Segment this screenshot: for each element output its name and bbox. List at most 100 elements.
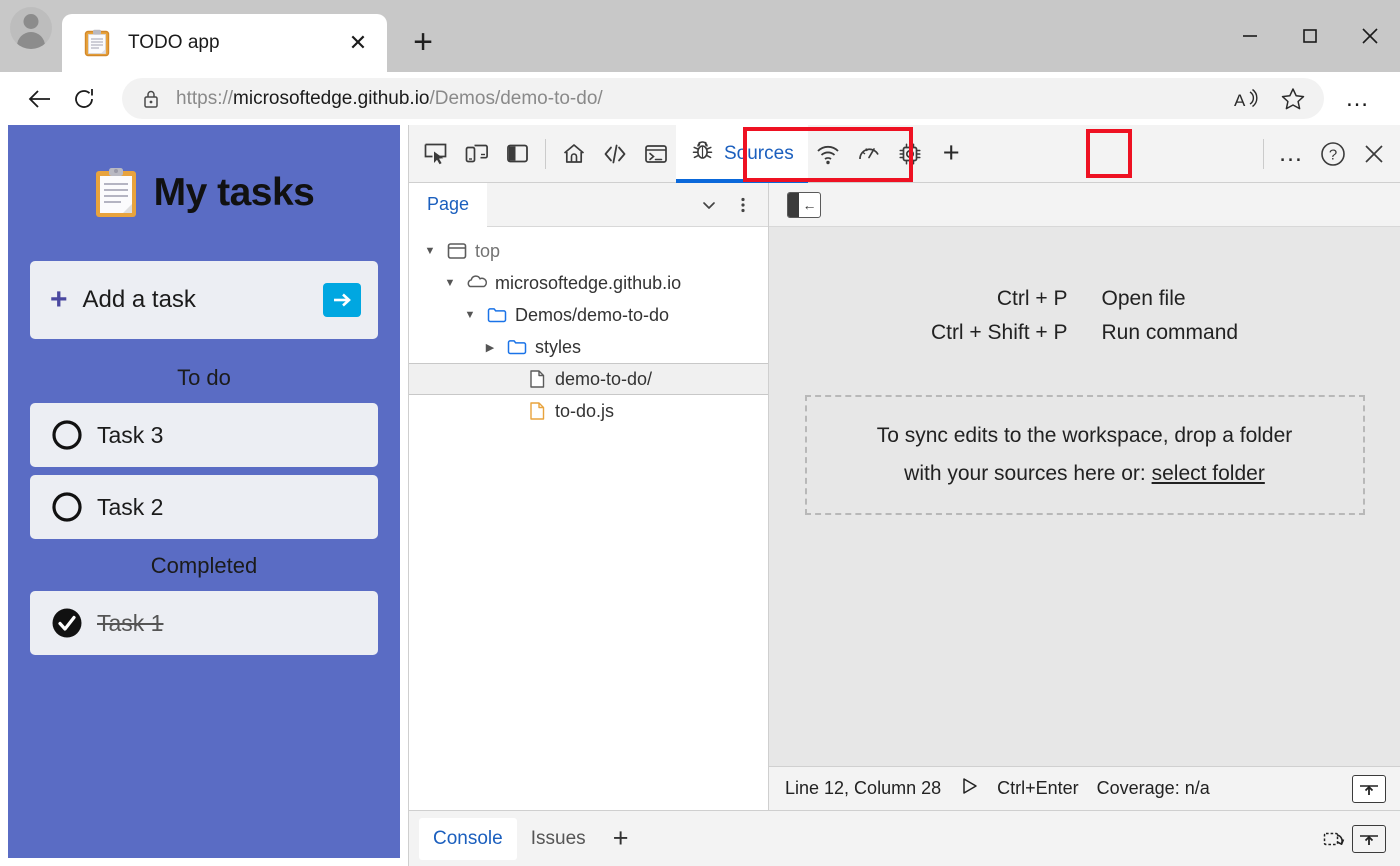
device-toolbar-icon[interactable] [456,133,497,174]
edge-browser-window: TODO app ✕ + https://microsoftedge.githu… [0,0,1400,866]
star-icon[interactable] [1270,81,1316,117]
page-title: My tasks [153,171,315,214]
add-drawer-tab-button[interactable]: + [600,818,642,860]
address-bar-actions: A [1224,81,1316,117]
reload-button[interactable] [62,77,106,121]
tab-console[interactable]: Console [419,817,517,860]
new-tab-button[interactable]: + [397,16,449,68]
address-bar[interactable]: https://microsoftedge.github.io/Demos/de… [122,78,1324,119]
tree-label: top [475,240,501,261]
tree-item-origin[interactable]: microsoftedge.github.io [409,267,768,299]
tree-item-file-demo-to-do[interactable]: demo-to-do/ [409,363,768,395]
checkbox-checked-icon[interactable] [50,606,84,640]
arrow-right-icon[interactable] [323,283,361,317]
open-in-panel-icon[interactable] [1352,824,1386,853]
elements-icon[interactable] [594,133,635,174]
back-button[interactable] [18,77,62,121]
devtools: Sources + … ? Page ▼ top ▼ microsoftedge… [408,124,1400,866]
twisty-icon[interactable] [421,245,439,257]
avatar [10,7,52,49]
close-icon[interactable]: ✕ [343,28,373,58]
chevron-down-icon[interactable] [692,188,726,222]
close-window-button[interactable] [1340,0,1400,72]
tab-issues[interactable]: Issues [517,818,600,860]
checkbox-unchecked-icon[interactable] [50,490,84,524]
list-item[interactable]: Task 3 [30,403,378,467]
folder-icon [506,336,528,358]
network-icon[interactable] [808,133,849,174]
cursor-position: Line 12, Column 28 [785,778,942,798]
run-shortcut-label: Ctrl+Enter [997,778,1079,798]
profile-button[interactable] [0,0,62,72]
section-label-todo: To do [177,365,231,390]
add-task-input[interactable]: + Add a task [30,261,378,339]
twisty-icon[interactable] [441,277,459,289]
tab-title: TODO app [128,32,220,53]
sources-navigator: Page ▼ top ▼ microsoftedge.github.io ▼ D… [409,182,769,810]
clipboard-icon [84,29,110,57]
restore-drawer-icon[interactable] [1316,823,1352,855]
close-devtools-button[interactable] [1353,133,1394,174]
more-tools-button[interactable]: … [1271,133,1312,174]
twisty-icon[interactable] [461,309,479,321]
url-path: /Demos/demo-to-do/ [429,87,603,109]
shortcut-desc: Run command [1101,321,1239,344]
frame-icon [446,240,468,262]
help-icon[interactable]: ? [1312,133,1353,174]
tree-item-file-to-do-js[interactable]: to-do.js [409,395,768,427]
svg-text:A: A [1234,91,1246,110]
devtools-drawer: Console Issues + [409,810,1400,866]
tree-label: microsoftedge.github.io [495,272,682,293]
list-item[interactable]: Task 1 [30,591,378,655]
tree-item-top[interactable]: top [409,235,768,267]
run-snippet-icon[interactable] [959,776,979,801]
title-bar: TODO app ✕ + [0,0,1400,72]
read-aloud-icon[interactable]: A [1224,81,1270,117]
shortcut-keys: Ctrl + P [996,287,1068,310]
page-render-area: My tasks + Add a task To do Task 3 Task … [0,125,408,866]
add-task-placeholder: Add a task [82,286,196,313]
maximize-button[interactable] [1280,0,1340,72]
bug-sources-icon [690,138,715,169]
performance-icon[interactable] [849,133,890,174]
highlight-add-panel-button [1086,129,1132,178]
viewport: My tasks + Add a task To do Task 3 Task … [0,124,1400,866]
sources-editor: ← Ctrl + P Open file Ctrl + Shift + P Ru… [769,183,1400,810]
dropzone-line-1: To sync edits to the workspace, drop a f… [876,424,1293,447]
checkbox-unchecked-icon[interactable] [50,418,84,452]
open-in-panel-icon[interactable] [1352,774,1386,803]
url-text: https://microsoftedge.github.io/Demos/de… [176,88,1224,110]
shortcut-keys: Ctrl + Shift + P [930,321,1068,344]
tab-page[interactable]: Page [409,182,488,227]
dock-side-icon[interactable] [497,133,538,174]
minimize-button[interactable] [1220,0,1280,72]
memory-chip-icon[interactable] [890,133,931,174]
browser-settings-button[interactable]: … [1334,77,1382,121]
cloud-icon [466,272,488,294]
inspect-element-icon[interactable] [415,133,456,174]
devtools-body: Page ▼ top ▼ microsoftedge.github.io ▼ D… [409,182,1400,810]
tab-sources[interactable]: Sources [676,124,808,183]
browser-tab[interactable]: TODO app ✕ [62,14,387,72]
welcome-home-icon[interactable] [553,133,594,174]
todo-app: My tasks + Add a task To do Task 3 Task … [8,125,400,858]
editor-status-bar: Line 12, Column 28 Ctrl+Enter Coverage: … [769,766,1400,810]
folder-icon [486,304,508,326]
console-icon[interactable] [635,133,676,174]
workspace-dropzone[interactable]: To sync edits to the workspace, drop a f… [804,395,1365,515]
twisty-icon[interactable] [481,341,499,354]
tab-sources-label: Sources [724,142,794,164]
navigator-menu-icon[interactable] [726,188,760,222]
tree-item-folder-demos[interactable]: Demos/demo-to-do [409,299,768,331]
editor-placeholder: Ctrl + P Open file Ctrl + Shift + P Run … [769,227,1400,766]
add-panel-button[interactable]: + [931,133,972,174]
collapse-sidebar-icon[interactable]: ← [787,191,821,218]
coverage-label: Coverage: n/a [1096,778,1210,798]
list-item[interactable]: Task 2 [30,475,378,539]
clipboard-icon [94,167,138,219]
select-folder-link[interactable]: select folder [1152,462,1265,485]
tree-item-folder-styles[interactable]: styles [409,331,768,363]
editor-tabstrip: ← [769,183,1400,227]
file-tree: top microsoftedge.github.io [409,227,768,427]
todo-section-todo: To do Task 3 Task 2 [30,365,378,539]
